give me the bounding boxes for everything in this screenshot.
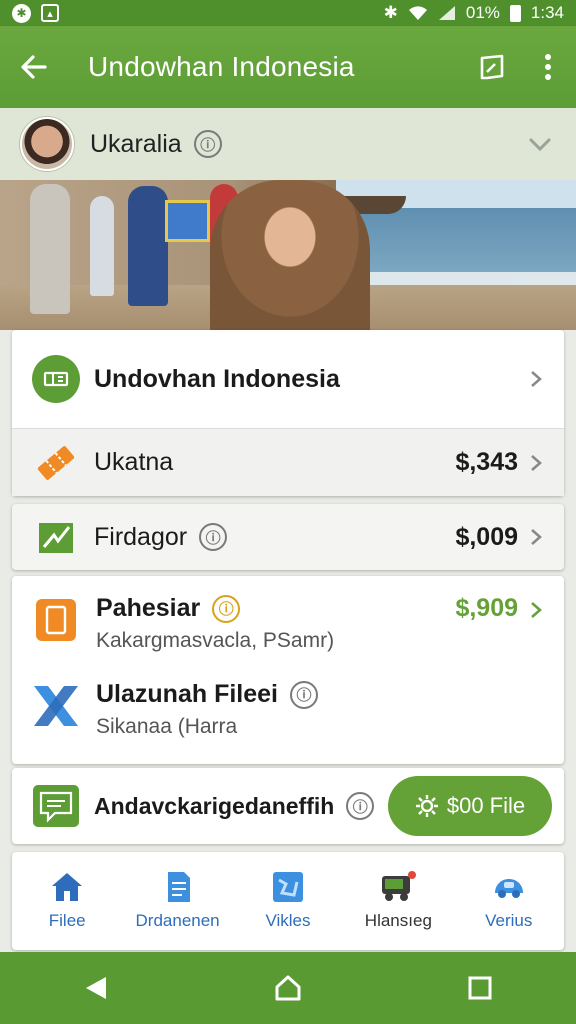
x-logo-icon	[30, 680, 82, 732]
map-button[interactable]	[464, 39, 520, 95]
info-badge-icon: ⓘ	[289, 680, 318, 709]
image-notification-icon: ▴	[41, 4, 59, 22]
list-item-title: Ukatna	[94, 448, 174, 476]
bluetooth-icon: ✱	[383, 3, 398, 22]
avatar	[20, 117, 74, 171]
tab-filee[interactable]: Filee	[15, 871, 120, 931]
chevron-down-icon[interactable]	[526, 130, 554, 158]
document-icon	[167, 872, 190, 902]
arrow-left-icon	[21, 55, 47, 79]
cta-label: $00 File	[446, 793, 526, 818]
list-item-ukatna[interactable]: Ukatna $,343	[12, 428, 564, 496]
tab-drdanenen[interactable]: Drdanenen	[125, 871, 230, 931]
message-icon	[30, 780, 82, 832]
battery-icon	[509, 4, 521, 22]
wifi-icon	[408, 6, 427, 20]
back-button[interactable]	[2, 35, 66, 99]
list-item-amount: $,909	[455, 594, 518, 622]
notification-icon: ✱	[12, 3, 31, 23]
card-action: Andavckarigedaneffih ⓘ $00 File	[12, 768, 564, 844]
truck-icon	[382, 871, 417, 901]
list-item-amount: $,009	[455, 522, 518, 551]
square-recents-icon	[468, 976, 492, 1000]
list-item-title: Ulazunah Fileei	[96, 680, 278, 708]
card-details: Pahesiar ⓘ Kakargmasvacla, PSamr) $,909 …	[12, 576, 564, 764]
battery-percent: 01%	[465, 3, 500, 22]
home-outline-icon	[275, 975, 301, 1001]
app-bar: Undowhan Indonesia	[0, 26, 576, 108]
system-navigation-bar	[0, 952, 576, 1024]
tab-hlansieg[interactable]: Hlansıeg	[346, 871, 451, 931]
account-name: Ukaralia	[90, 129, 182, 158]
tab-label: Hlansıeg	[364, 911, 432, 930]
info-badge-icon: ⓘ	[212, 594, 241, 623]
map-icon	[272, 872, 303, 902]
signal-icon	[438, 6, 455, 20]
list-item-ulazunah[interactable]: Ulazunah Fileei ⓘ Sikanaa (Harra	[12, 668, 564, 760]
chevron-right-icon	[531, 454, 542, 471]
list-item-firdagor[interactable]: Firdagor ⓘ $,009	[12, 504, 564, 570]
clock: 1:34	[530, 3, 564, 22]
chevron-right-icon	[531, 529, 542, 545]
overflow-menu-button[interactable]	[520, 39, 576, 95]
file-cta-button[interactable]: $00 File	[388, 776, 552, 836]
info-badge-icon: ⓘ	[199, 523, 228, 551]
wallet-icon	[30, 353, 82, 405]
chevron-right-icon	[531, 602, 542, 618]
gear-icon	[415, 795, 438, 817]
list-item-pahesiar[interactable]: Pahesiar ⓘ Kakargmasvacla, PSamr) $,909	[12, 576, 564, 668]
card-firdagor: Firdagor ⓘ $,009	[12, 504, 564, 570]
list-item-title: Pahesiar	[96, 594, 201, 622]
tab-label: Filee	[48, 911, 86, 930]
page-title: Undowhan Indonesia	[88, 51, 355, 82]
tab-verius[interactable]: Verius	[456, 871, 561, 931]
list-item-andavckarigedaneffih[interactable]: Andavckarigedaneffih ⓘ $00 File	[12, 768, 564, 844]
hero-image	[0, 180, 576, 330]
ticket-icon	[30, 437, 82, 489]
tab-label: Drdanenen	[135, 911, 220, 930]
tab-vikles[interactable]: Vikles	[235, 871, 340, 931]
bottom-tab-bar: Filee Drdanenen Vikles Hlansıeg Verius	[12, 852, 564, 950]
car-icon	[494, 879, 523, 898]
account-selector[interactable]: Ukaralia ⓘ	[0, 108, 576, 180]
list-item-title: Firdagor	[94, 522, 188, 551]
tab-label: Verius	[485, 911, 533, 930]
phone-icon	[30, 594, 82, 646]
info-badge-icon: ⓘ	[193, 130, 222, 158]
list-item-amount: $,343	[455, 448, 518, 476]
nav-back-button[interactable]	[66, 958, 126, 1018]
list-item-title: Andavckarigedaneffih	[94, 792, 335, 819]
list-item-title: Undovhan Indonesia	[94, 364, 340, 393]
more-vertical-icon	[545, 54, 551, 80]
home-icon	[52, 873, 83, 901]
nav-recents-button[interactable]	[450, 958, 510, 1018]
map-flag-icon	[480, 54, 504, 80]
trend-chart-icon	[30, 511, 82, 563]
list-item-indonesia[interactable]: Undovhan Indonesia	[12, 330, 564, 428]
triangle-back-icon	[86, 977, 106, 999]
nav-home-button[interactable]	[258, 958, 318, 1018]
tab-label: Vikles	[265, 911, 311, 930]
chevron-right-icon	[531, 371, 542, 387]
list-item-subtitle: Kakargmasvacla, PSamr)	[96, 629, 335, 652]
status-bar: ✱ ▴ ✱ 01% 1:34	[0, 0, 576, 26]
card-primary: Undovhan Indonesia Ukatna $,343	[12, 330, 564, 496]
info-badge-icon: ⓘ	[346, 792, 375, 820]
list-item-subtitle: Sikanaa (Harra	[96, 715, 238, 738]
